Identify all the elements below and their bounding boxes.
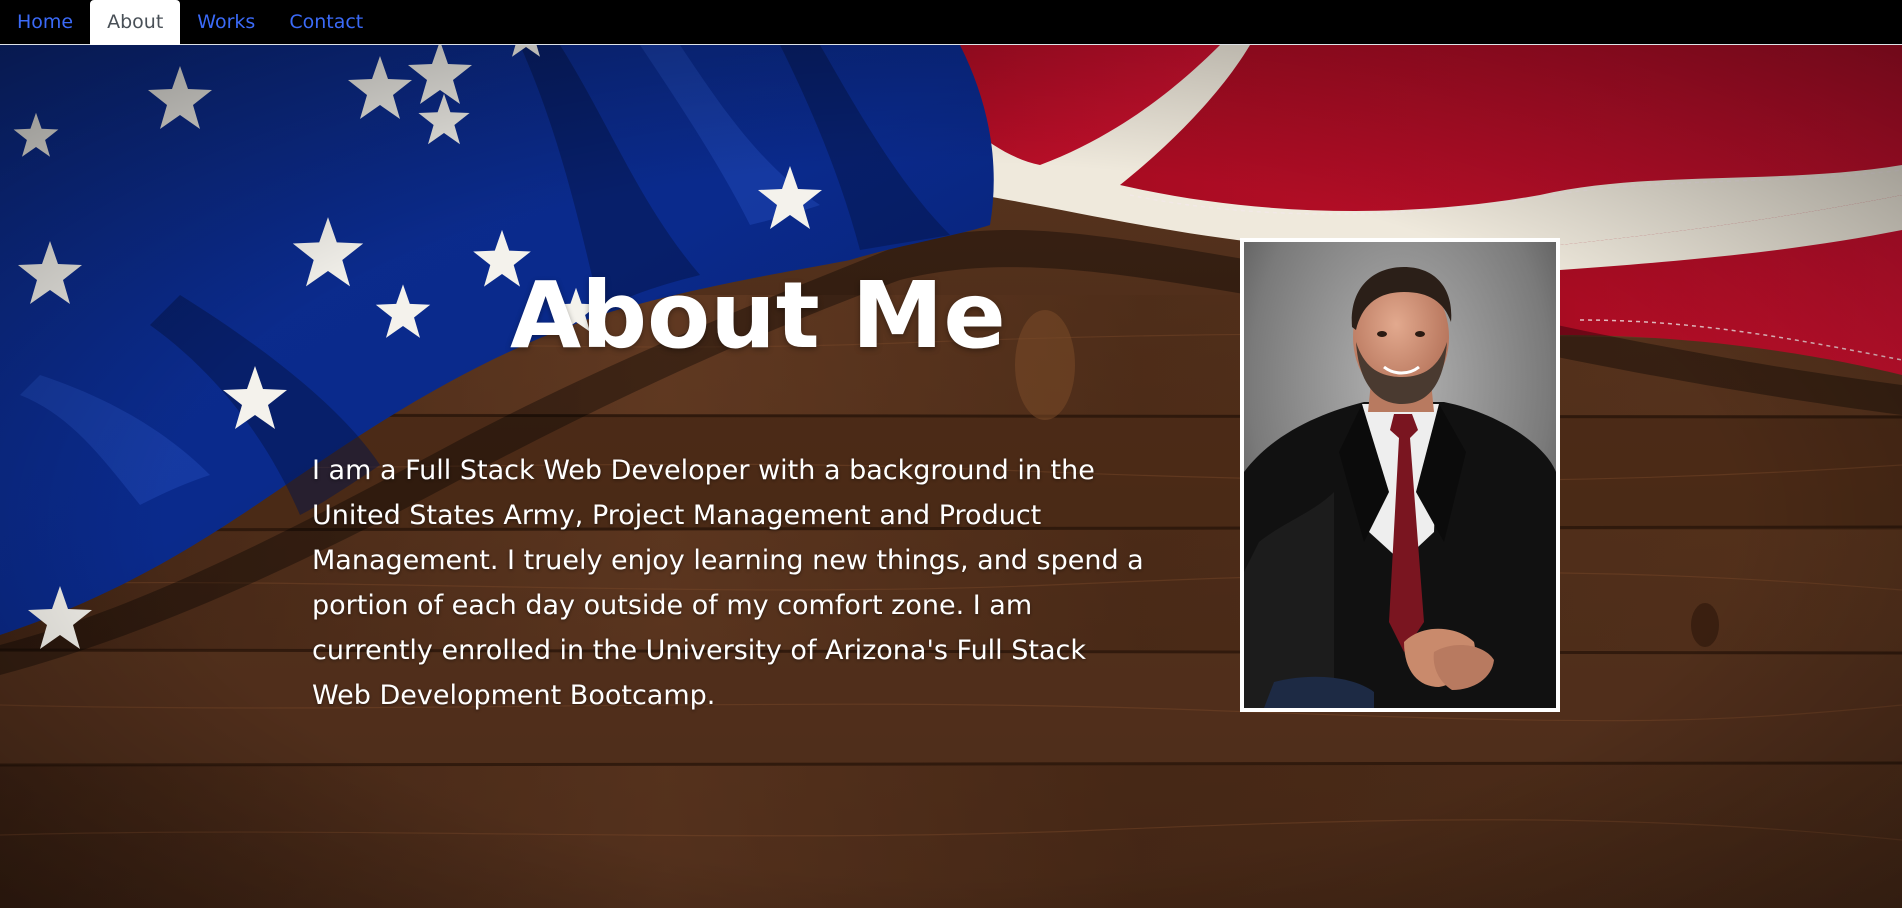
nav-link-works[interactable]: Works [180, 0, 272, 45]
about-page: Home About Works Contact About Me I am a… [0, 0, 1902, 908]
nav-link-contact[interactable]: Contact [272, 0, 380, 45]
about-paragraph: I am a Full Stack Web Developer with a b… [312, 455, 1144, 711]
nav-link-about[interactable]: About [90, 0, 181, 45]
nav-link-home[interactable]: Home [0, 0, 90, 45]
nav-item-about: About [90, 0, 181, 45]
top-navbar: Home About Works Contact [0, 0, 1902, 45]
page-title: About Me [510, 262, 1006, 369]
nav-tabs: Home About Works Contact [0, 0, 1902, 45]
nav-item-home: Home [0, 0, 90, 45]
profile-photo [1240, 238, 1560, 712]
nav-item-works: Works [180, 0, 272, 45]
nav-item-contact: Contact [272, 0, 380, 45]
